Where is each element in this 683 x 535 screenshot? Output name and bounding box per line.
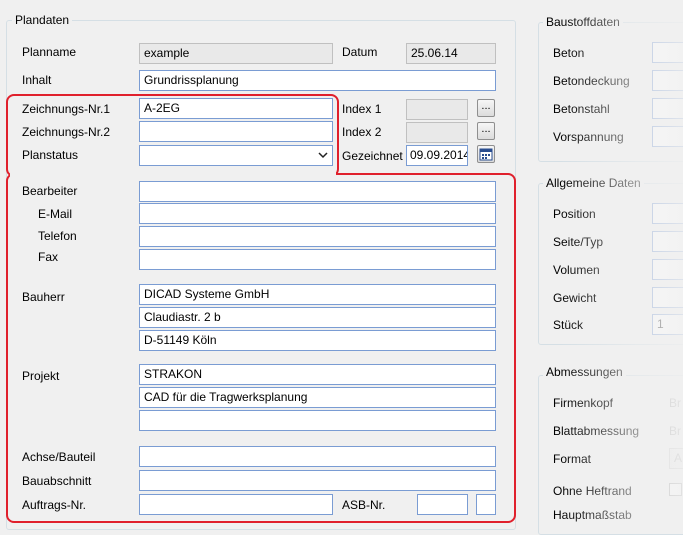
zeichnungs-nr1-label: Zeichnungs-Nr.1 bbox=[22, 102, 111, 116]
index2-label: Index 2 bbox=[342, 125, 382, 139]
auftrags-nr-label: Auftrags-Nr. bbox=[22, 498, 87, 512]
firmenkopf-label: Firmenkopf bbox=[553, 396, 614, 410]
abmessungen-legend: Abmessungen bbox=[543, 365, 626, 379]
calendar-button[interactable] bbox=[477, 145, 495, 163]
beton-label: Beton bbox=[553, 46, 585, 60]
planname-field[interactable]: example bbox=[139, 43, 333, 64]
position-label: Position bbox=[553, 207, 596, 221]
bauherr-line2-field[interactable]: Claudiastr. 2 b bbox=[139, 307, 496, 328]
bauabschnitt-field[interactable] bbox=[139, 470, 496, 491]
index2-browse-button[interactable]: ... bbox=[477, 122, 495, 140]
projekt-line1-field[interactable]: STRAKON bbox=[139, 364, 496, 385]
projekt-label: Projekt bbox=[22, 369, 60, 383]
format-select[interactable]: A bbox=[669, 448, 683, 469]
seite-typ-label: Seite/Typ bbox=[553, 235, 604, 249]
volumen-field[interactable] bbox=[652, 259, 683, 280]
datum-label: Datum bbox=[342, 45, 378, 59]
baustoffdaten-legend: Baustoffdaten bbox=[543, 15, 623, 29]
calendar-icon bbox=[479, 148, 493, 161]
asb-nr-field[interactable] bbox=[417, 494, 468, 515]
betondeckung-label: Betondeckung bbox=[553, 74, 630, 88]
allgemeine-daten-legend: Allgemeine Daten bbox=[543, 176, 644, 190]
planstatus-select[interactable] bbox=[139, 145, 333, 166]
email-field[interactable] bbox=[139, 203, 496, 224]
seite-typ-field[interactable] bbox=[652, 231, 683, 252]
bauherr-label: Bauherr bbox=[22, 290, 65, 304]
firmenkopf-value[interactable]: Br bbox=[669, 396, 681, 410]
betonstahl-label: Betonstahl bbox=[553, 102, 610, 116]
bearbeiter-field[interactable] bbox=[139, 181, 496, 202]
stueck-field[interactable]: 1 bbox=[652, 314, 683, 335]
ohne-heftrand-checkbox[interactable] bbox=[669, 483, 682, 496]
highlight-outline-mask bbox=[10, 170, 336, 178]
zeichnungs-nr2-field[interactable] bbox=[139, 121, 333, 142]
blattabmessung-label: Blattabmessung bbox=[553, 424, 640, 438]
asb-nr-extra-field[interactable] bbox=[476, 494, 496, 515]
bauherr-line1-field[interactable]: DICAD Systeme GmbH bbox=[139, 284, 496, 305]
position-field[interactable] bbox=[652, 203, 683, 224]
index1-field[interactable] bbox=[406, 99, 468, 120]
stueck-label: Stück bbox=[553, 318, 584, 332]
index1-browse-button[interactable]: ... bbox=[477, 99, 495, 117]
zeichnungs-nr1-field[interactable]: A-2EG bbox=[139, 98, 333, 119]
chevron-down-icon bbox=[318, 152, 328, 159]
achse-bauteil-label: Achse/Bauteil bbox=[22, 450, 96, 464]
gewicht-field[interactable] bbox=[652, 287, 683, 308]
gezeichnet-label: Gezeichnet bbox=[342, 149, 403, 163]
planname-label: Planname bbox=[22, 45, 77, 59]
betondeckung-field[interactable] bbox=[652, 70, 683, 91]
auftrags-nr-field[interactable] bbox=[139, 494, 333, 515]
volumen-label: Volumen bbox=[553, 263, 600, 277]
inhalt-label: Inhalt bbox=[22, 73, 52, 87]
betonstahl-field[interactable] bbox=[652, 98, 683, 119]
hauptmassstab-label: Hauptmaßstab bbox=[553, 508, 632, 522]
telefon-label: Telefon bbox=[38, 229, 77, 243]
index1-label: Index 1 bbox=[342, 102, 382, 116]
blattabmessung-value[interactable]: Br bbox=[669, 424, 681, 438]
index2-field[interactable] bbox=[406, 122, 468, 143]
email-label: E-Mail bbox=[38, 207, 73, 221]
gewicht-label: Gewicht bbox=[553, 291, 597, 305]
bearbeiter-label: Bearbeiter bbox=[22, 184, 78, 198]
fax-field[interactable] bbox=[139, 249, 496, 270]
beton-field[interactable] bbox=[652, 42, 683, 63]
vorspannung-field[interactable] bbox=[652, 126, 683, 147]
planstatus-label: Planstatus bbox=[22, 148, 79, 162]
inhalt-field[interactable]: Grundrissplanung bbox=[139, 70, 496, 91]
bauherr-line3-field[interactable]: D-51149 Köln bbox=[139, 330, 496, 351]
plandaten-legend: Plandaten bbox=[12, 13, 73, 27]
format-label: Format bbox=[553, 452, 592, 466]
projekt-line3-field[interactable] bbox=[139, 410, 496, 431]
zeichnungs-nr2-label: Zeichnungs-Nr.2 bbox=[22, 125, 111, 139]
telefon-field[interactable] bbox=[139, 226, 496, 247]
vorspannung-label: Vorspannung bbox=[553, 130, 624, 144]
achse-bauteil-field[interactable] bbox=[139, 446, 496, 467]
bauabschnitt-label: Bauabschnitt bbox=[22, 474, 92, 488]
ohne-heftrand-label: Ohne Heftrand bbox=[553, 484, 632, 498]
datum-field[interactable]: 25.06.14 bbox=[406, 43, 496, 64]
gezeichnet-field[interactable]: 09.09.2014 bbox=[406, 145, 468, 166]
asb-nr-label: ASB-Nr. bbox=[342, 498, 386, 512]
fax-label: Fax bbox=[38, 250, 59, 264]
projekt-line2-field[interactable]: CAD für die Tragwerksplanung bbox=[139, 387, 496, 408]
